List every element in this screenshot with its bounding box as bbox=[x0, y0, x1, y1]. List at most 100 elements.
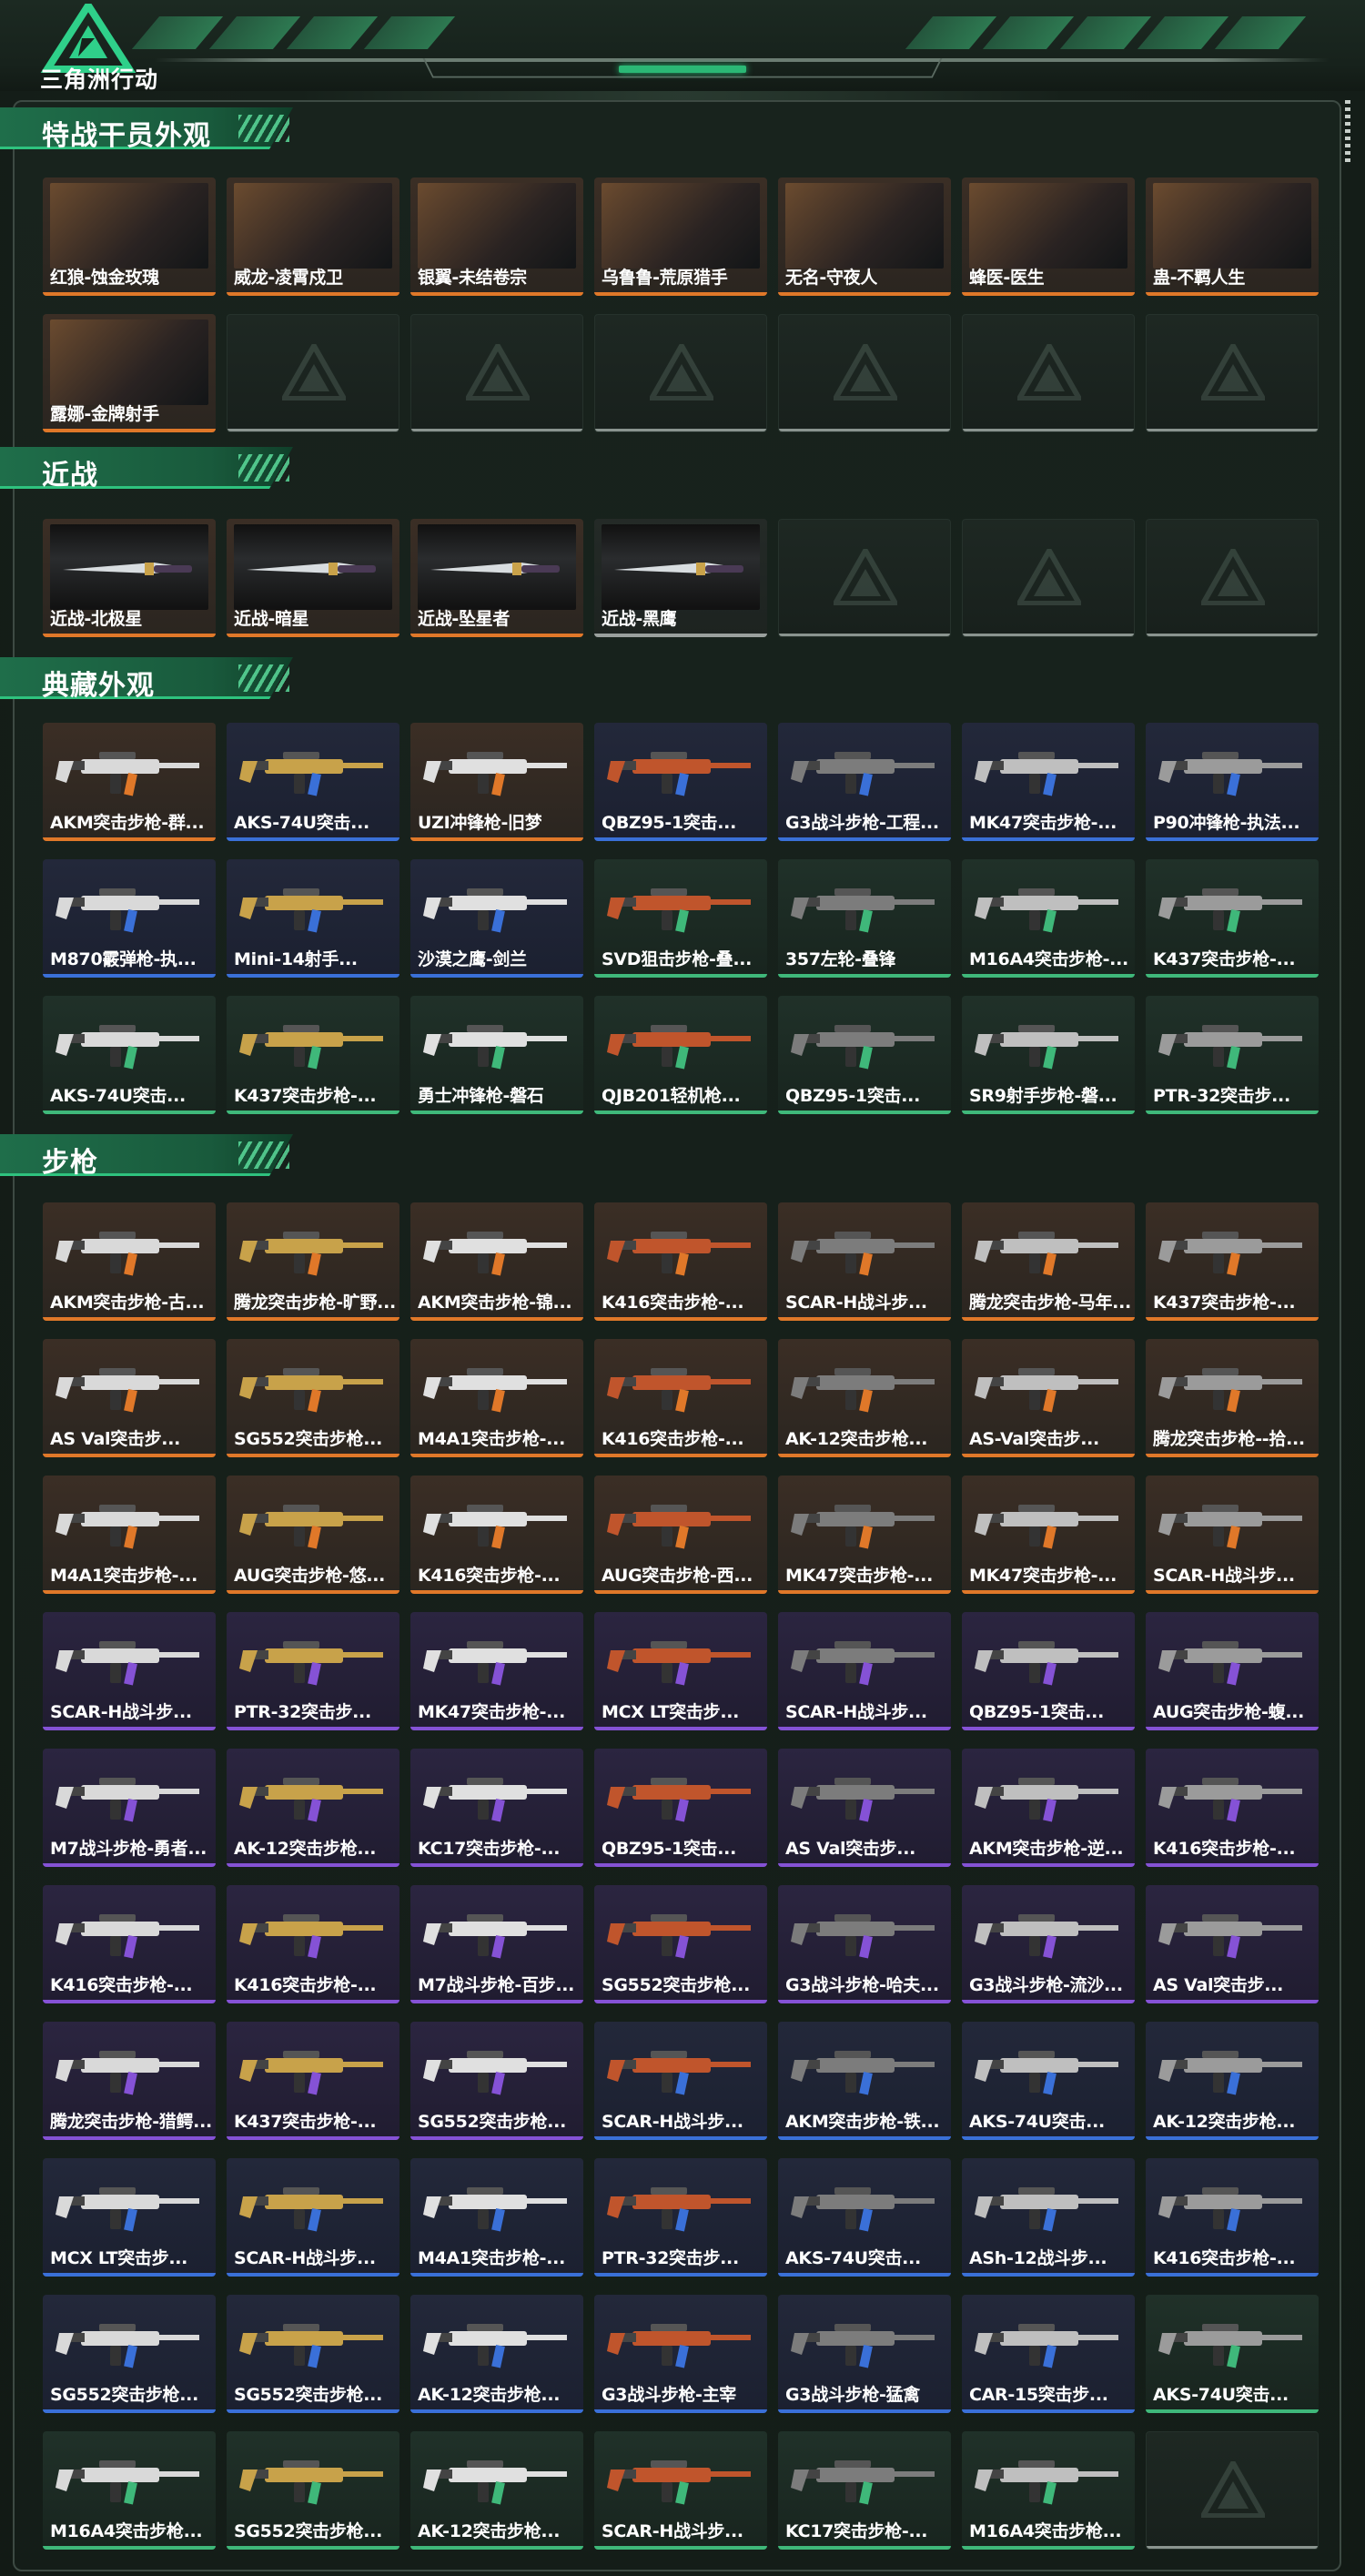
skin-card[interactable]: MK47突击步枪-... bbox=[410, 1612, 583, 1730]
skin-card[interactable]: G3战斗步枪-哈夫... bbox=[778, 1885, 951, 2003]
skin-card[interactable]: SG552突击步枪... bbox=[410, 2022, 583, 2140]
skin-card[interactable]: AK-12突击步枪... bbox=[778, 1339, 951, 1457]
skin-card[interactable]: 腾龙突击步枪-猎鳄... bbox=[43, 2022, 216, 2140]
skin-card[interactable]: K416突击步枪-... bbox=[410, 1476, 583, 1594]
skin-card[interactable]: AKS-74U突击... bbox=[227, 723, 399, 841]
skin-card[interactable]: MCX LT突击步... bbox=[594, 1612, 767, 1730]
skin-card[interactable]: M16A4突击步枪... bbox=[43, 2431, 216, 2550]
skin-card[interactable]: AK-12突击步枪... bbox=[1146, 2022, 1319, 2140]
skin-card[interactable]: 蛊-不羁人生 bbox=[1146, 177, 1319, 296]
skin-card[interactable]: K437突击步枪-... bbox=[227, 996, 399, 1114]
skin-card[interactable]: K416突击步枪-... bbox=[1146, 1749, 1319, 1867]
skin-card[interactable]: 近战-黑鹰 bbox=[594, 519, 767, 637]
skin-card[interactable]: K437突击步枪-... bbox=[1146, 859, 1319, 978]
skin-card[interactable]: QBZ95-1突击... bbox=[594, 723, 767, 841]
skin-card[interactable]: K416突击步枪-... bbox=[1146, 2158, 1319, 2277]
skin-card[interactable]: AKS-74U突击... bbox=[962, 2022, 1135, 2140]
skin-card[interactable]: 露娜-金牌射手 bbox=[43, 314, 216, 432]
skin-card[interactable]: 腾龙突击步枪-马年... bbox=[962, 1202, 1135, 1321]
skin-card[interactable]: 沙漠之鹰-剑兰 bbox=[410, 859, 583, 978]
skin-card[interactable]: AKM突击步枪-逆... bbox=[962, 1749, 1135, 1867]
skin-card[interactable]: AS Val突击步... bbox=[778, 1749, 951, 1867]
skin-card[interactable]: K437突击步枪-... bbox=[227, 2022, 399, 2140]
skin-card[interactable]: SCAR-H战斗步... bbox=[1146, 1476, 1319, 1594]
skin-card[interactable]: 近战-北极星 bbox=[43, 519, 216, 637]
skin-card[interactable]: KC17突击步枪-... bbox=[778, 2431, 951, 2550]
skin-card[interactable]: SG552突击步枪... bbox=[227, 1339, 399, 1457]
skin-card[interactable]: AS-Val突击步... bbox=[962, 1339, 1135, 1457]
skin-card[interactable]: SCAR-H战斗步... bbox=[778, 1202, 951, 1321]
skin-card[interactable]: MK47突击步枪-... bbox=[778, 1476, 951, 1594]
skin-card[interactable]: K416突击步枪-... bbox=[594, 1339, 767, 1457]
skin-card[interactable]: M7战斗步枪-勇者... bbox=[43, 1749, 216, 1867]
skin-card[interactable]: QBZ95-1突击... bbox=[778, 996, 951, 1114]
skin-card[interactable]: MK47突击步枪-... bbox=[962, 723, 1135, 841]
skin-card[interactable]: AKS-74U突击... bbox=[43, 996, 216, 1114]
skin-card[interactable]: M7战斗步枪-百步... bbox=[410, 1885, 583, 2003]
skin-card[interactable]: 勇士冲锋枪-磐石 bbox=[410, 996, 583, 1114]
skin-card[interactable]: AKM突击步枪-铁... bbox=[778, 2022, 951, 2140]
skin-card[interactable]: SR9射手步枪-磐... bbox=[962, 996, 1135, 1114]
skin-card[interactable]: SG552突击步枪... bbox=[227, 2431, 399, 2550]
skin-card[interactable]: SG552突击步枪... bbox=[594, 1885, 767, 2003]
skin-card[interactable]: ASh-12战斗步... bbox=[962, 2158, 1135, 2277]
skin-card[interactable]: 红狼-蚀金玫瑰 bbox=[43, 177, 216, 296]
skin-card[interactable]: K416突击步枪-... bbox=[43, 1885, 216, 2003]
skin-card[interactable]: M4A1突击步枪-... bbox=[410, 2158, 583, 2277]
skin-card[interactable]: K437突击步枪-... bbox=[1146, 1202, 1319, 1321]
skin-card[interactable]: 腾龙突击步枪-旷野... bbox=[227, 1202, 399, 1321]
skin-card[interactable]: CAR-15突击步... bbox=[962, 2295, 1135, 2413]
skin-card[interactable]: SCAR-H战斗步... bbox=[594, 2431, 767, 2550]
skin-card[interactable]: AKS-74U突击... bbox=[778, 2158, 951, 2277]
skin-card[interactable]: 威龙-凌霄戍卫 bbox=[227, 177, 399, 296]
scrollbar[interactable] bbox=[1345, 100, 1350, 164]
skin-card[interactable]: AK-12突击步枪... bbox=[410, 2431, 583, 2550]
skin-card[interactable]: AK-12突击步枪... bbox=[227, 1749, 399, 1867]
skin-card[interactable]: G3战斗步枪-流沙... bbox=[962, 1885, 1135, 2003]
skin-card[interactable]: AUG突击步枪-蝮... bbox=[1146, 1612, 1319, 1730]
skin-card[interactable]: 近战-坠星者 bbox=[410, 519, 583, 637]
skin-card[interactable]: UZI冲锋枪-旧梦 bbox=[410, 723, 583, 841]
skin-card[interactable]: SG552突击步枪... bbox=[227, 2295, 399, 2413]
skin-card[interactable]: SCAR-H战斗步... bbox=[778, 1612, 951, 1730]
skin-card[interactable]: AKM突击步枪-群... bbox=[43, 723, 216, 841]
skin-card[interactable]: QBZ95-1突击... bbox=[594, 1749, 767, 1867]
skin-card[interactable]: 乌鲁鲁-荒原猎手 bbox=[594, 177, 767, 296]
skin-card[interactable]: M16A4突击步枪-... bbox=[962, 859, 1135, 978]
skin-card[interactable]: SG552突击步枪... bbox=[43, 2295, 216, 2413]
skin-card[interactable]: 腾龙突击步枪--拾... bbox=[1146, 1339, 1319, 1457]
skin-card[interactable]: PTR-32突击步... bbox=[1146, 996, 1319, 1114]
skin-card[interactable]: AUG突击步枪-西... bbox=[594, 1476, 767, 1594]
skin-card[interactable]: SCAR-H战斗步... bbox=[43, 1612, 216, 1730]
skin-card[interactable]: Mini-14射手... bbox=[227, 859, 399, 978]
skin-card[interactable]: 无名-守夜人 bbox=[778, 177, 951, 296]
skin-card[interactable]: G3战斗步枪-猛禽 bbox=[778, 2295, 951, 2413]
skin-card[interactable]: G3战斗步枪-工程... bbox=[778, 723, 951, 841]
skin-card[interactable]: QJB201轻机枪... bbox=[594, 996, 767, 1114]
skin-card[interactable]: 近战-暗星 bbox=[227, 519, 399, 637]
skin-card[interactable]: P90冲锋枪-执法... bbox=[1146, 723, 1319, 841]
skin-card[interactable]: SCAR-H战斗步... bbox=[594, 2022, 767, 2140]
skin-card[interactable]: AKM突击步枪-古... bbox=[43, 1202, 216, 1321]
skin-card[interactable]: AK-12突击步枪... bbox=[410, 2295, 583, 2413]
skin-card[interactable]: MK47突击步枪-... bbox=[962, 1476, 1135, 1594]
skin-card[interactable]: M16A4突击步枪... bbox=[962, 2431, 1135, 2550]
skin-card[interactable]: K416突击步枪-... bbox=[227, 1885, 399, 2003]
skin-card[interactable]: KC17突击步枪-... bbox=[410, 1749, 583, 1867]
skin-card[interactable]: M870霰弹枪-执... bbox=[43, 859, 216, 978]
skin-card[interactable]: 蜂医-医生 bbox=[962, 177, 1135, 296]
skin-card[interactable]: M4A1突击步枪-... bbox=[410, 1339, 583, 1457]
skin-card[interactable]: PTR-32突击步... bbox=[594, 2158, 767, 2277]
skin-card[interactable]: K416突击步枪-... bbox=[594, 1202, 767, 1321]
skin-card[interactable]: AS Val突击步... bbox=[1146, 1885, 1319, 2003]
skin-card[interactable]: SCAR-H战斗步... bbox=[227, 2158, 399, 2277]
skin-card[interactable]: 银翼-未结卷宗 bbox=[410, 177, 583, 296]
skin-card[interactable]: QBZ95-1突击... bbox=[962, 1612, 1135, 1730]
skin-card[interactable]: AUG突击步枪-悠... bbox=[227, 1476, 399, 1594]
skin-card[interactable]: M4A1突击步枪-... bbox=[43, 1476, 216, 1594]
skin-card[interactable]: MCX LT突击步... bbox=[43, 2158, 216, 2277]
skin-card[interactable]: G3战斗步枪-主宰 bbox=[594, 2295, 767, 2413]
skin-card[interactable]: AKS-74U突击... bbox=[1146, 2295, 1319, 2413]
skin-card[interactable]: SVD狙击步枪-叠... bbox=[594, 859, 767, 978]
skin-card[interactable]: AS Val突击步... bbox=[43, 1339, 216, 1457]
